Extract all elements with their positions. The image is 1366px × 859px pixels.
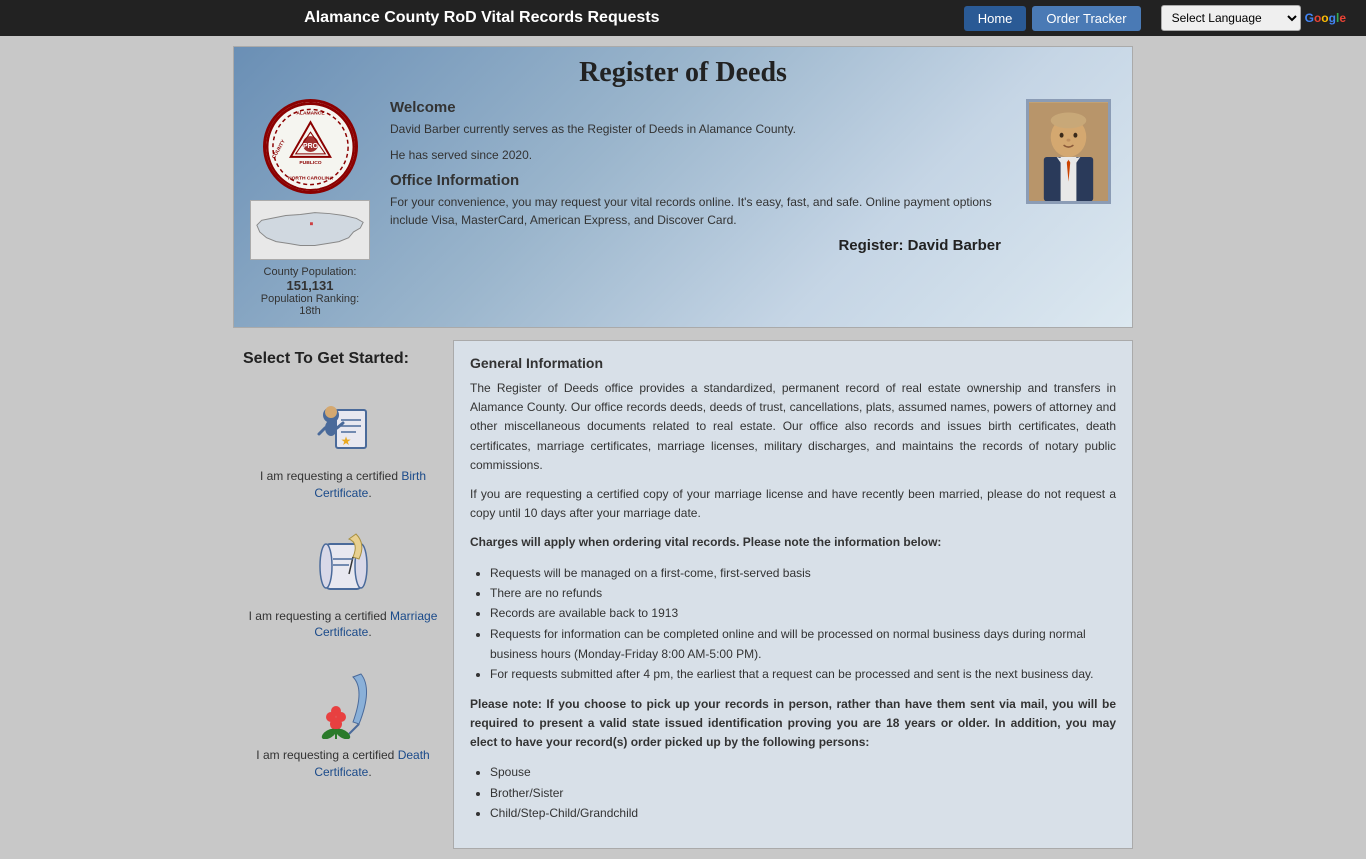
birth-cert-label: I am requesting a certified Birth Certif… [243, 468, 443, 502]
marriage-cert-item: I am requesting a certified Marriage Cer… [243, 522, 443, 642]
main-para2: If you are requesting a certified copy o… [470, 485, 1116, 523]
bullet-4: Requests for information can be complete… [490, 624, 1116, 665]
photo-frame [1026, 99, 1111, 204]
svg-text:★: ★ [340, 434, 351, 448]
register-name: Register: David Barber [390, 237, 1001, 254]
main-wrapper: Register of Deeds ALAMANCE NORTH CAROLIN… [233, 36, 1133, 859]
note-strong: Please note: If you choose to pick up yo… [470, 697, 1116, 749]
site-title: Alamance County RoD Vital Records Reques… [20, 9, 944, 27]
bullet-1: Requests will be managed on a first-come… [490, 563, 1116, 583]
bullet-2: There are no refunds [490, 583, 1116, 603]
right-main-content: General Information The Register of Deed… [453, 340, 1133, 849]
banner-photo [1021, 99, 1116, 204]
bullet-5: For requests submitted after 4 pm, the e… [490, 664, 1116, 684]
order-tracker-button[interactable]: Order Tracker [1032, 6, 1140, 31]
nc-map [250, 200, 370, 260]
content-area: Select To Get Started: [233, 340, 1133, 849]
birth-cert-item: ★ I am requesting a certified Birth Cert… [243, 382, 443, 502]
birth-icon-svg: ★ [306, 385, 381, 460]
banner-content: ALAMANCE NORTH CAROLINA COUNTY PRO PUBLI… [250, 99, 1116, 317]
office-info-title: Office Information [390, 172, 1001, 189]
welcome-title: Welcome [390, 99, 1001, 116]
population-ranking-value: 18th [261, 305, 359, 317]
marriage-icon-svg [306, 524, 381, 599]
svg-text:PRO: PRO [303, 142, 319, 149]
death-icon-svg [306, 664, 381, 739]
left-sidebar: Select To Get Started: [233, 340, 453, 811]
banner-middle: Welcome David Barber currently serves as… [380, 99, 1011, 254]
bullet-3: Records are available back to 1913 [490, 603, 1116, 623]
page-title: Register of Deeds [250, 57, 1116, 89]
top-navigation: Alamance County RoD Vital Records Reques… [0, 0, 1366, 36]
svg-text:COUNTY: COUNTY [271, 138, 287, 160]
pickup-2: Brother/Sister [490, 783, 1116, 803]
pickup-1: Spouse [490, 762, 1116, 782]
welcome-text2: He has served since 2020. [390, 146, 1001, 164]
language-select[interactable]: Select Language [1161, 5, 1301, 31]
banner-stats: County Population: 151,131 Population Ra… [261, 266, 359, 317]
main-para1: The Register of Deeds office provides a … [470, 379, 1116, 475]
population-ranking-label: Population Ranking: [261, 293, 359, 305]
banner-logo: ALAMANCE NORTH CAROLINA COUNTY PRO PUBLI… [250, 99, 370, 317]
person-illustration [1029, 102, 1108, 202]
marriage-cert-label: I am requesting a certified Marriage Cer… [243, 608, 443, 642]
pickup-list: Spouse Brother/Sister Child/Step-Child/G… [490, 762, 1116, 823]
death-cert-label: I am requesting a certified Death Certif… [243, 747, 443, 781]
charges-label: Charges will apply when ordering vital r… [470, 533, 1116, 552]
county-seal: ALAMANCE NORTH CAROLINA COUNTY PRO PUBLI… [263, 99, 358, 194]
birth-cert-icon: ★ [303, 382, 383, 462]
welcome-text1: David Barber currently serves as the Reg… [390, 120, 1001, 138]
county-population-label: County Population: [261, 266, 359, 278]
home-button[interactable]: Home [964, 6, 1027, 31]
svg-text:ALAMANCE: ALAMANCE [296, 110, 325, 116]
marriage-cert-icon [303, 522, 383, 602]
pickup-3: Child/Step-Child/Grandchild [490, 803, 1116, 823]
svg-text:PUBLICO: PUBLICO [299, 159, 321, 165]
svg-text:NORTH CAROLINA: NORTH CAROLINA [288, 175, 333, 181]
sidebar-heading: Select To Get Started: [243, 350, 443, 368]
language-selector-wrap: Select Language Google [1161, 5, 1346, 31]
general-info-title: General Information [470, 355, 1116, 371]
header-banner: Register of Deeds ALAMANCE NORTH CAROLIN… [233, 46, 1133, 328]
county-population-value: 151,131 [261, 278, 359, 293]
nav-buttons: Home Order Tracker [964, 6, 1141, 31]
death-cert-item: I am requesting a certified Death Certif… [243, 661, 443, 781]
google-translate-label: Google [1305, 11, 1346, 25]
office-info-text: For your convenience, you may request yo… [390, 193, 1001, 229]
death-cert-icon [303, 661, 383, 741]
charges-list: Requests will be managed on a first-come… [490, 563, 1116, 685]
note-text: Please note: If you choose to pick up yo… [470, 695, 1116, 753]
